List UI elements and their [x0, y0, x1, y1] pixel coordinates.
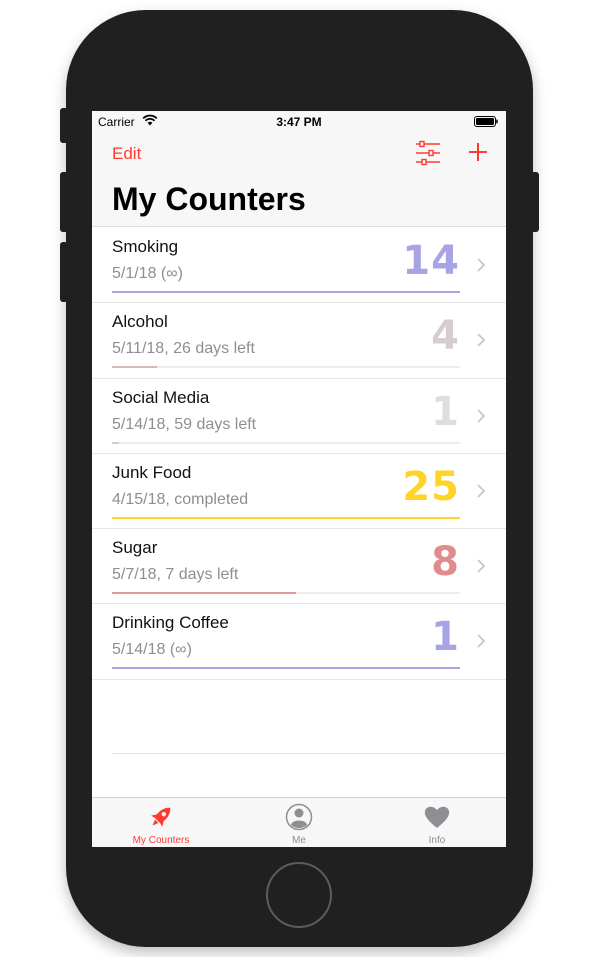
home-button[interactable] — [266, 862, 332, 928]
chevron-right-icon — [477, 333, 486, 347]
counter-name: Social Media — [112, 387, 210, 407]
counter-row[interactable]: Social Media 5/14/18, 59 days left 1 — [92, 379, 506, 454]
heart-icon — [424, 806, 450, 828]
progress-fill — [112, 291, 460, 293]
progress-track — [112, 516, 460, 519]
tab-info[interactable]: Info — [368, 798, 506, 847]
counter-row[interactable]: Alcohol 5/11/18, 26 days left 4 — [92, 303, 506, 379]
counter-name: Alcohol — [112, 312, 168, 332]
chevron-right-icon — [477, 634, 486, 649]
app-screen: Carrier 3:47 PM Edit My Counters Smoking… — [92, 111, 506, 847]
chevron-right-icon — [477, 408, 486, 423]
counter-value: 25 — [402, 463, 460, 510]
counter-subtitle: 5/14/18 (∞) — [112, 641, 192, 659]
volume-down-button — [60, 242, 68, 302]
chevron-right-icon — [477, 559, 486, 573]
add-icon[interactable] — [466, 140, 490, 164]
counter-value: 1 — [431, 614, 460, 661]
status-bar: Carrier 3:47 PM — [92, 111, 506, 131]
progress-fill — [112, 592, 297, 595]
tab-me[interactable]: Me — [230, 798, 368, 847]
counter-list: Smoking 5/1/18 (∞) 14 Alcohol 5/11/18, 2… — [92, 228, 506, 680]
counter-subtitle: 5/7/18, 7 days left — [112, 566, 239, 584]
chevron-right-icon — [477, 484, 486, 498]
progress-track — [112, 592, 460, 595]
progress-track — [112, 366, 460, 369]
counter-subtitle: 5/1/18 (∞) — [112, 265, 183, 282]
chevron-right-icon — [477, 258, 486, 272]
tab-my-counters[interactable]: My Counters — [92, 798, 230, 847]
volume-up-button — [60, 172, 68, 232]
counter-row[interactable]: Junk Food 4/15/18, completed 25 — [92, 454, 506, 530]
tab-label: Info — [428, 835, 446, 846]
counter-subtitle: 4/15/18, completed — [112, 490, 249, 508]
progress-track — [112, 291, 460, 293]
mute-switch — [60, 108, 68, 143]
rocket-icon — [151, 807, 171, 827]
progress-track — [112, 667, 460, 670]
edit-button[interactable]: Edit — [112, 144, 141, 164]
counter-row[interactable]: Smoking 5/1/18 (∞) 14 — [92, 228, 506, 304]
tab-label: My Counters — [132, 835, 190, 846]
progress-fill — [112, 667, 460, 670]
counter-row[interactable]: Drinking Coffee 5/14/18 (∞) 1 — [92, 604, 506, 680]
progress-fill — [112, 516, 460, 519]
counter-name: Sugar — [112, 538, 158, 558]
counter-subtitle: 5/14/18, 59 days left — [112, 415, 257, 433]
counter-value: 4 — [431, 313, 460, 360]
status-time: 3:47 PM — [276, 115, 322, 129]
counter-name: Smoking — [112, 237, 179, 256]
counter-value: 1 — [431, 388, 460, 435]
list-separator — [112, 753, 506, 754]
progress-fill — [112, 366, 158, 369]
person-icon — [285, 803, 313, 831]
counter-row[interactable]: Sugar 5/7/18, 7 days left 8 — [92, 529, 506, 605]
tab-bar: My Counters Me Info — [92, 797, 506, 847]
page-title: My Counters — [112, 181, 306, 217]
counter-name: Junk Food — [112, 462, 192, 482]
battery-icon — [474, 116, 498, 127]
counter-value: 14 — [402, 238, 460, 284]
counter-name: Drinking Coffee — [112, 613, 229, 633]
counter-subtitle: 5/11/18, 26 days left — [112, 340, 255, 358]
tab-label: Me — [292, 835, 306, 846]
power-button — [531, 172, 539, 232]
progress-fill — [112, 441, 119, 444]
filter-sliders-icon[interactable] — [414, 139, 442, 167]
progress-track — [112, 441, 460, 444]
counter-value: 8 — [431, 539, 460, 586]
navigation-bar: Edit My Counters — [92, 131, 506, 227]
